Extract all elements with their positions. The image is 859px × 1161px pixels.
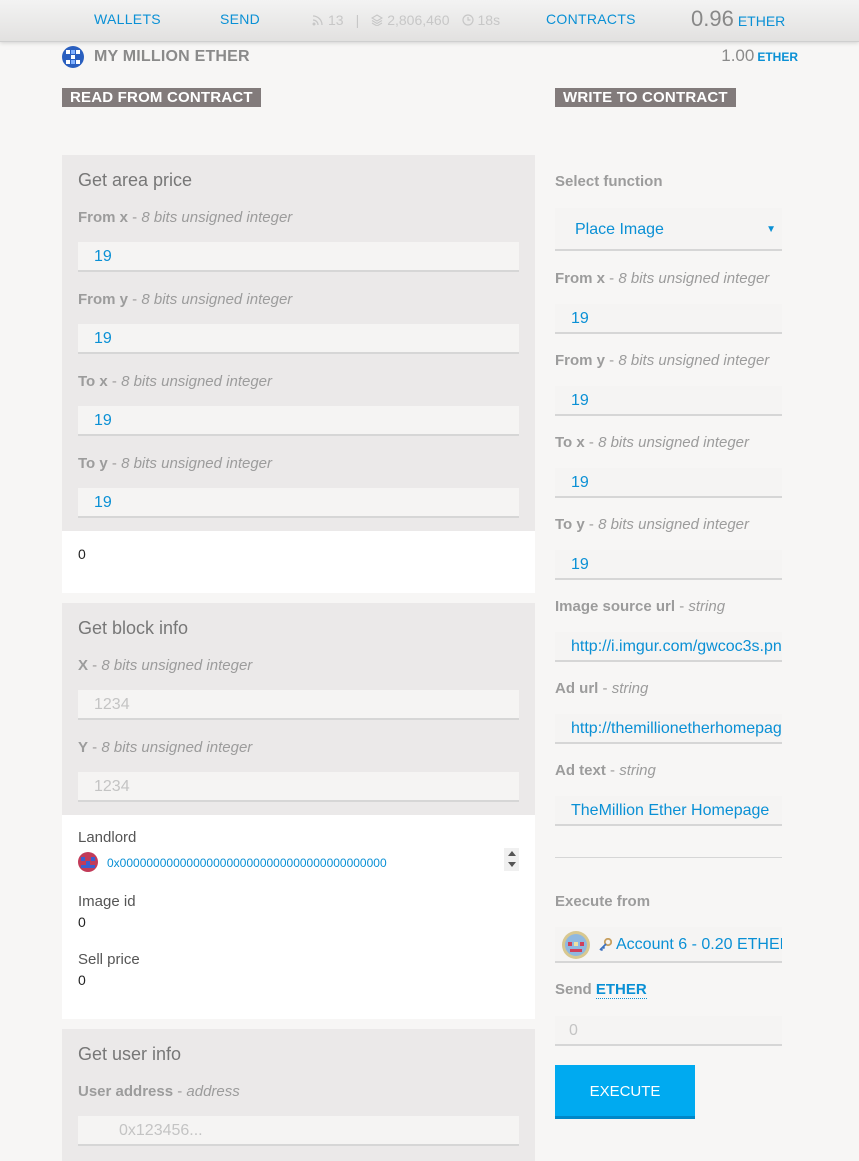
area-price-card: Get area price From x - 8 bits unsigned … [62, 155, 535, 531]
write-to-y-input[interactable]: 19 [555, 550, 782, 580]
area-from-x-label: From x - 8 bits unsigned integer [78, 209, 293, 226]
peer-count: 13 [328, 12, 344, 28]
function-select[interactable]: Place Image ▼ [555, 208, 782, 251]
ad-url-input[interactable]: http://themillionetherhomepage.com [555, 714, 782, 744]
write-from-y-label: From y - 8 bits unsigned integer [555, 352, 770, 369]
area-price-result: 0 [62, 531, 535, 593]
image-id-label: Image id [78, 893, 136, 910]
area-to-y-input[interactable]: 19 [78, 488, 519, 518]
user-info-card: Get user info User address - address 0x1… [62, 1029, 535, 1161]
area-to-x-label: To x - 8 bits unsigned integer [78, 373, 273, 390]
area-from-y-label: From y - 8 bits unsigned integer [78, 291, 293, 308]
write-to-y-label: To y - 8 bits unsigned integer [555, 516, 750, 533]
contract-header: MY MILLION ETHER [62, 45, 250, 69]
network-stats: 13 | 2,806,460 18s [312, 12, 500, 28]
spinner-up-icon[interactable] [508, 851, 516, 856]
send-amount-input[interactable]: 0 [555, 1016, 782, 1046]
write-from-y-input[interactable]: 19 [555, 386, 782, 416]
area-from-x-input[interactable]: 19 [78, 242, 519, 272]
contract-balance: 1.00 ETHER [721, 46, 798, 66]
area-to-x-input[interactable]: 19 [78, 406, 519, 436]
write-divider [555, 857, 782, 858]
ad-url-label: Ad url - string [555, 680, 649, 697]
blocks-icon [371, 14, 384, 26]
area-price-title: Get area price [78, 170, 193, 190]
block-y-label: Y - 8 bits unsigned integer [78, 739, 253, 756]
block-info-title: Get block info [78, 618, 189, 638]
write-to-x-input[interactable]: 19 [555, 468, 782, 498]
account-name: Account 6 - 0.20 ETHER [616, 936, 782, 953]
nav-wallets[interactable]: WALLETS [94, 11, 161, 27]
spinner-down-icon[interactable] [508, 862, 516, 867]
peers-icon [312, 15, 323, 26]
total-balance-value: 0.96 [691, 6, 734, 31]
contract-identicon [62, 46, 84, 68]
send-unit-link[interactable]: ETHER [595, 981, 647, 999]
block-x-input[interactable]: 1234 [78, 690, 519, 720]
clock-icon [461, 14, 474, 26]
landlord-label: Landlord [78, 829, 137, 846]
sell-price-value: 0 [78, 972, 86, 988]
area-from-y-input[interactable]: 19 [78, 324, 519, 354]
image-id-value: 0 [78, 914, 86, 930]
send-label: Send ETHER [555, 981, 647, 999]
area-to-y-label: To y - 8 bits unsigned integer [78, 455, 273, 472]
ad-text-label: Ad text - string [555, 762, 656, 779]
write-from-x-label: From x - 8 bits unsigned integer [555, 270, 770, 287]
nav-contracts[interactable]: CONTRACTS [546, 11, 636, 27]
landlord-spinner[interactable] [504, 848, 519, 871]
ad-text-input[interactable]: TheMillion Ether Homepage [555, 796, 782, 826]
image-source-url-input[interactable]: http://i.imgur.com/gwcoc3s.png [555, 632, 782, 662]
account-identicon [562, 931, 590, 959]
nav-send[interactable]: SEND [220, 11, 260, 27]
stats-separator: | [355, 12, 360, 28]
top-nav-bar: WALLETS SEND 13 | 2,806,460 18s CONTRACT… [0, 0, 859, 42]
account-select[interactable]: Account 6 - 0.20 ETHER [555, 927, 782, 963]
read-section-tag: READ FROM CONTRACT [62, 88, 261, 107]
block-x-label: X - 8 bits unsigned integer [78, 657, 253, 674]
total-balance-unit: ETHER [737, 13, 786, 29]
block-number: 2,806,460 [387, 12, 450, 28]
block-y-input[interactable]: 1234 [78, 772, 519, 802]
write-to-x-label: To x - 8 bits unsigned integer [555, 434, 750, 451]
contract-balance-unit: ETHER [757, 50, 798, 64]
function-select-value: Place Image [575, 221, 664, 238]
contract-balance-value: 1.00 [721, 46, 755, 65]
write-section-tag: WRITE TO CONTRACT [555, 88, 736, 107]
select-function-label: Select function [555, 173, 663, 190]
block-info-result: Landlord 0x00000000000000000000000000000… [62, 815, 535, 1019]
contract-name: MY MILLION ETHER [94, 48, 250, 65]
landlord-address-link[interactable]: 0x00000000000000000000000000000000000000… [107, 856, 387, 870]
image-source-url-label: Image source url - string [555, 598, 726, 615]
user-address-label: User address - address [78, 1083, 240, 1100]
sell-price-label: Sell price [78, 951, 140, 968]
write-from-x-input[interactable]: 19 [555, 304, 782, 334]
key-icon [599, 938, 612, 952]
user-address-input[interactable]: 0x123456... [78, 1116, 519, 1146]
area-price-value: 0 [78, 546, 86, 562]
block-time: 18s [477, 12, 501, 28]
execute-from-label: Execute from [555, 893, 651, 910]
chevron-down-icon: ▼ [766, 224, 776, 235]
total-balance: 0.96 ETHER [691, 6, 785, 32]
user-info-title: Get user info [78, 1044, 182, 1064]
block-info-card: Get block info X - 8 bits unsigned integ… [62, 603, 535, 815]
execute-button[interactable]: EXECUTE [555, 1065, 695, 1119]
landlord-identicon [78, 852, 98, 872]
